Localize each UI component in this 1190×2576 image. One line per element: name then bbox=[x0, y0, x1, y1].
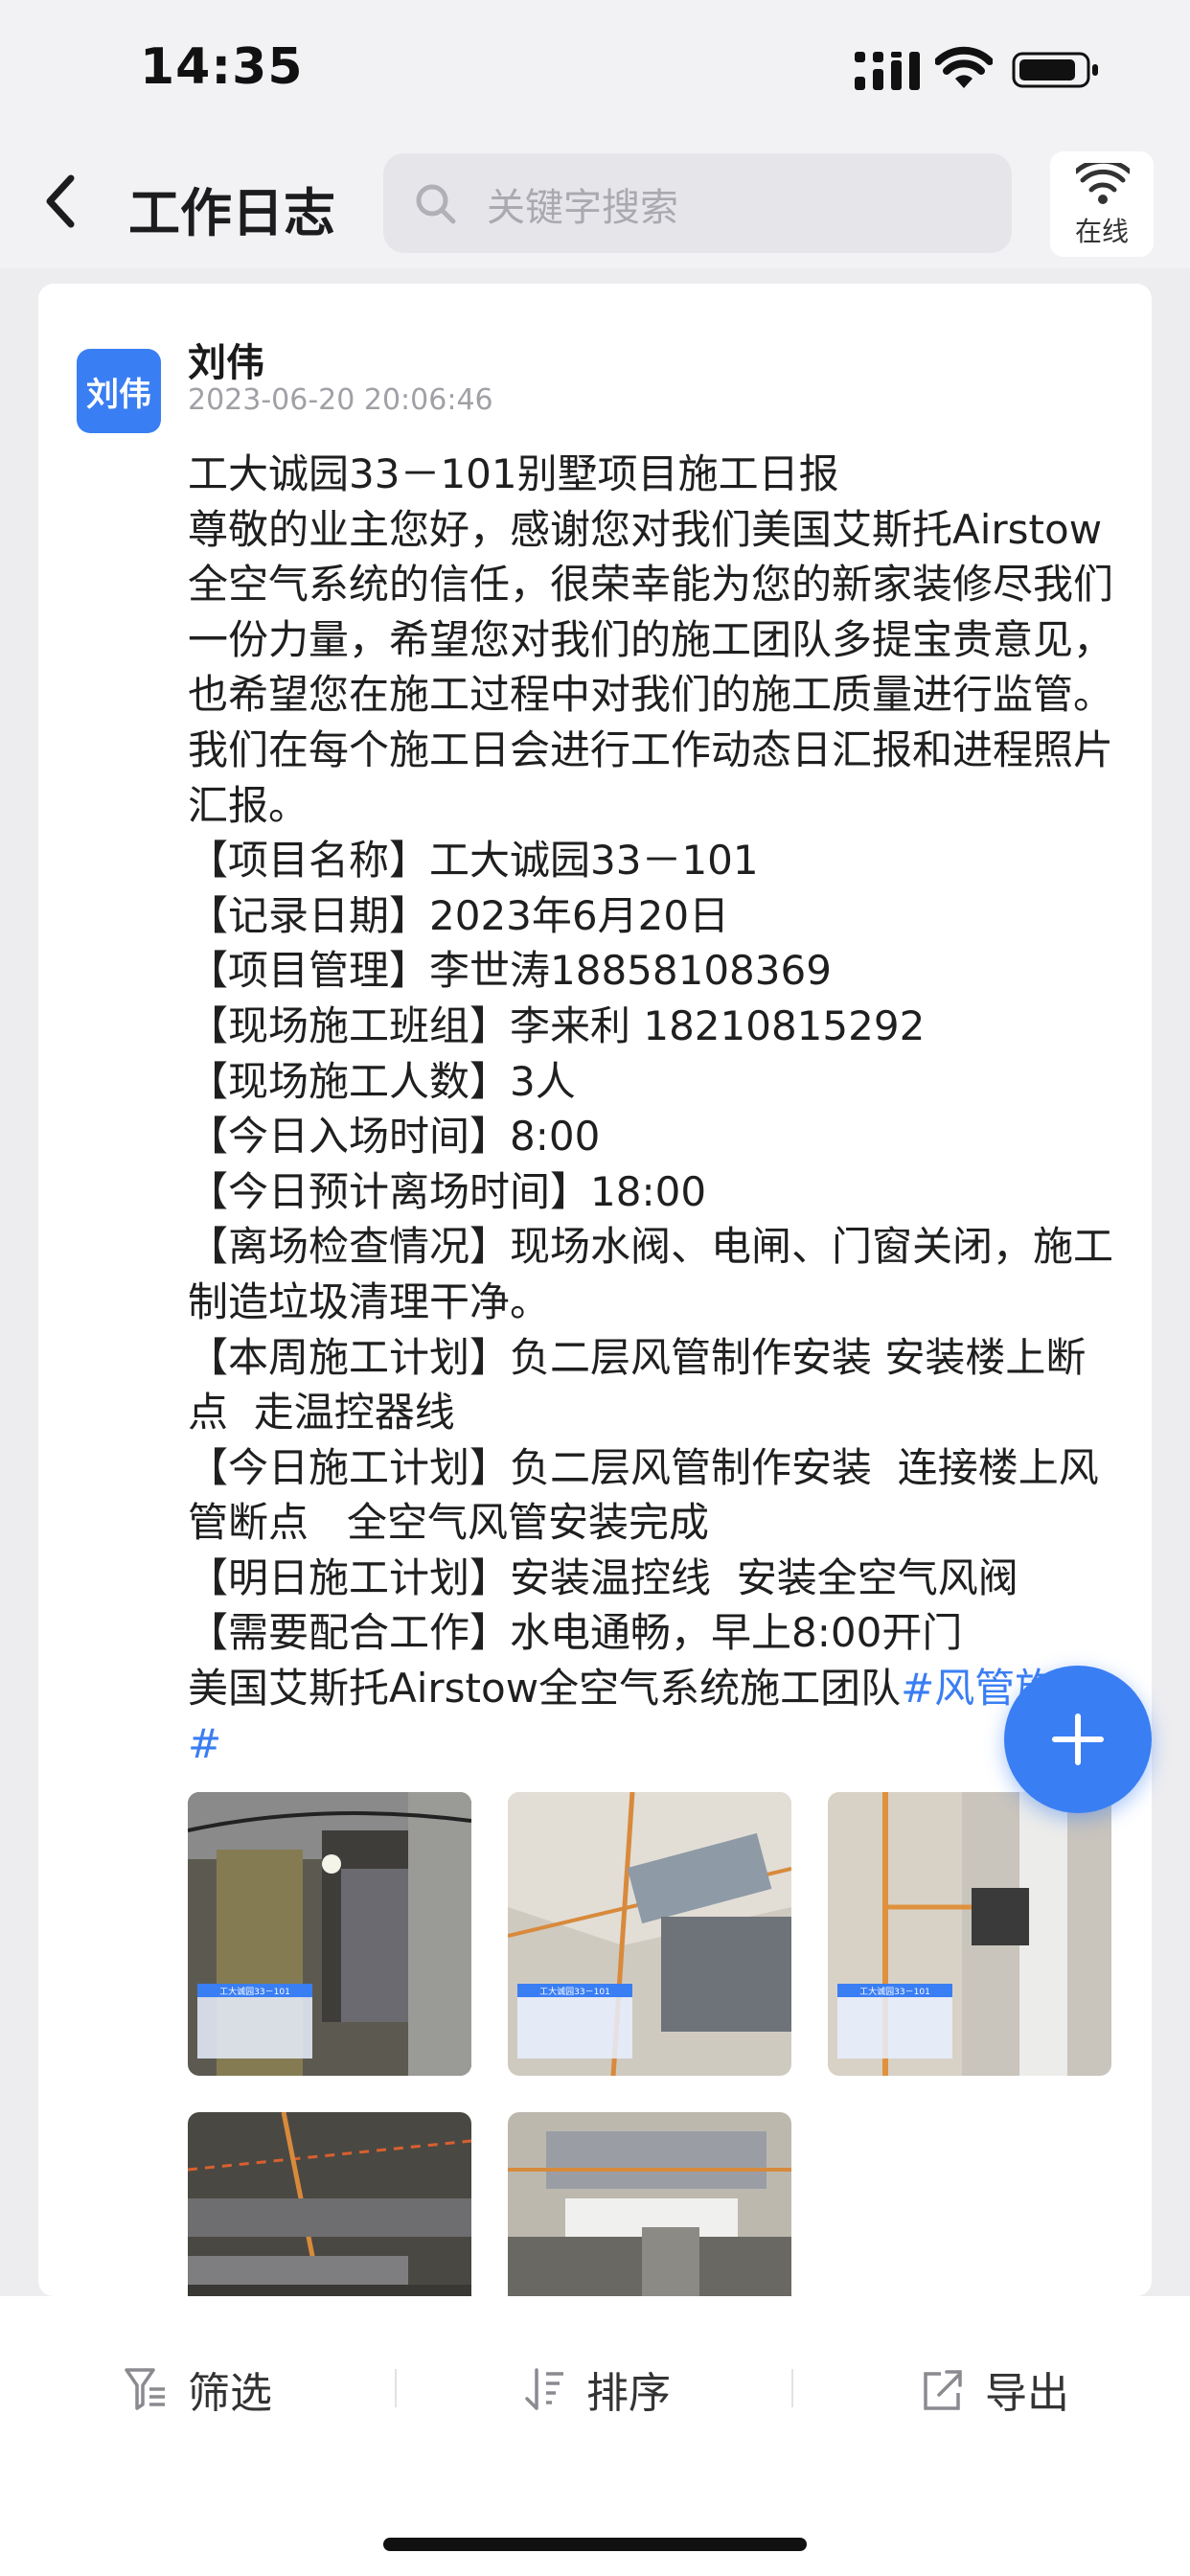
photo-thumbnail[interactable]: 工大诚园33－101 bbox=[508, 1792, 791, 2076]
search-placeholder: 关键字搜索 bbox=[487, 186, 678, 230]
online-label: 在线 bbox=[1074, 216, 1129, 247]
online-status-button[interactable]: 在线 bbox=[1050, 151, 1154, 257]
export-icon bbox=[924, 2370, 962, 2410]
battery-icon bbox=[1012, 52, 1098, 88]
status-bar: 14:35 bbox=[0, 0, 1190, 144]
export-button[interactable]: 导出 bbox=[922, 2356, 1069, 2423]
home-indicator bbox=[383, 2538, 807, 2551]
back-chevron-icon[interactable] bbox=[40, 172, 82, 230]
export-label: 导出 bbox=[985, 2369, 1069, 2418]
sort-label: 排序 bbox=[586, 2369, 671, 2418]
search-icon bbox=[416, 184, 456, 224]
photo-thumbnail[interactable]: 工大诚园33－101 bbox=[828, 1792, 1111, 2076]
status-time: 14:35 bbox=[140, 38, 304, 96]
photo-watermark-title: 工大诚园33－101 bbox=[859, 1986, 930, 1997]
log-body: 工大诚园33－101别墅项目施工日报 尊敬的业主您好，感谢您对我们美国艾斯托Ai… bbox=[188, 447, 1119, 1771]
avatar: 刘伟 bbox=[77, 349, 161, 433]
log-card[interactable]: 刘伟 刘伟 2023-06-20 20:06:46 工大诚园33－101别墅项目… bbox=[38, 284, 1152, 2396]
wifi-icon bbox=[1076, 163, 1130, 204]
filter-icon bbox=[125, 2368, 165, 2410]
sort-icon bbox=[525, 2368, 563, 2410]
toolbar-divider bbox=[395, 2369, 397, 2407]
log-body-text: 工大诚园33－101别墅项目施工日报 尊敬的业主您好，感谢您对我们美国艾斯托Ai… bbox=[188, 450, 1114, 1713]
add-log-button[interactable] bbox=[1004, 1666, 1152, 1813]
bottom-toolbar: 筛选 排序 导出 bbox=[0, 2296, 1190, 2576]
plus-icon bbox=[1052, 1714, 1104, 1765]
photo-watermark-title: 工大诚园33－101 bbox=[219, 1986, 290, 1997]
nav-bar: 工作日志 关键字搜索 在线 bbox=[0, 144, 1190, 268]
post-datetime: 2023-06-20 20:06:46 bbox=[188, 383, 493, 417]
filter-button[interactable]: 筛选 bbox=[125, 2356, 272, 2423]
page-title: 工作日志 bbox=[128, 183, 335, 243]
filter-label: 筛选 bbox=[188, 2369, 272, 2418]
photo-thumbnail[interactable]: 工大诚园33－101 bbox=[188, 1792, 471, 2076]
sort-button[interactable]: 排序 bbox=[523, 2356, 671, 2423]
toolbar-divider bbox=[791, 2369, 793, 2407]
search-bar[interactable]: 关键字搜索 bbox=[383, 153, 1012, 253]
author-name: 刘伟 bbox=[188, 341, 264, 385]
wifi-icon bbox=[935, 46, 993, 88]
photo-watermark-title: 工大诚园33－101 bbox=[539, 1986, 610, 1997]
cellular-signal-icon bbox=[855, 52, 920, 90]
